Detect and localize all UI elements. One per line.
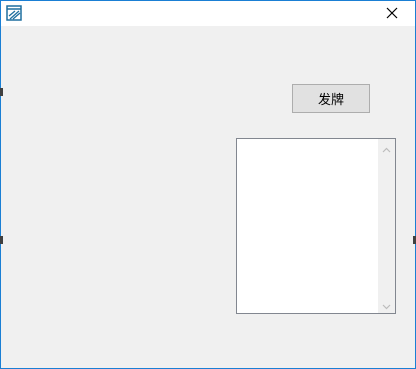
card-listbox[interactable] bbox=[236, 138, 396, 314]
title-bar[interactable] bbox=[1, 1, 415, 26]
left-edge-artifact bbox=[0, 236, 3, 244]
listbox-vertical-scrollbar[interactable] bbox=[378, 139, 395, 313]
chevron-down-icon bbox=[382, 295, 391, 314]
scroll-down-button[interactable] bbox=[378, 296, 395, 313]
chevron-up-icon bbox=[382, 138, 391, 157]
app-window: 发牌 bbox=[0, 0, 416, 369]
deal-cards-button[interactable]: 发牌 bbox=[292, 84, 370, 113]
form-app-icon bbox=[6, 5, 22, 21]
close-icon bbox=[386, 4, 398, 23]
scroll-up-button[interactable] bbox=[378, 139, 395, 156]
close-button[interactable] bbox=[369, 1, 415, 26]
left-edge-artifact bbox=[0, 88, 3, 96]
